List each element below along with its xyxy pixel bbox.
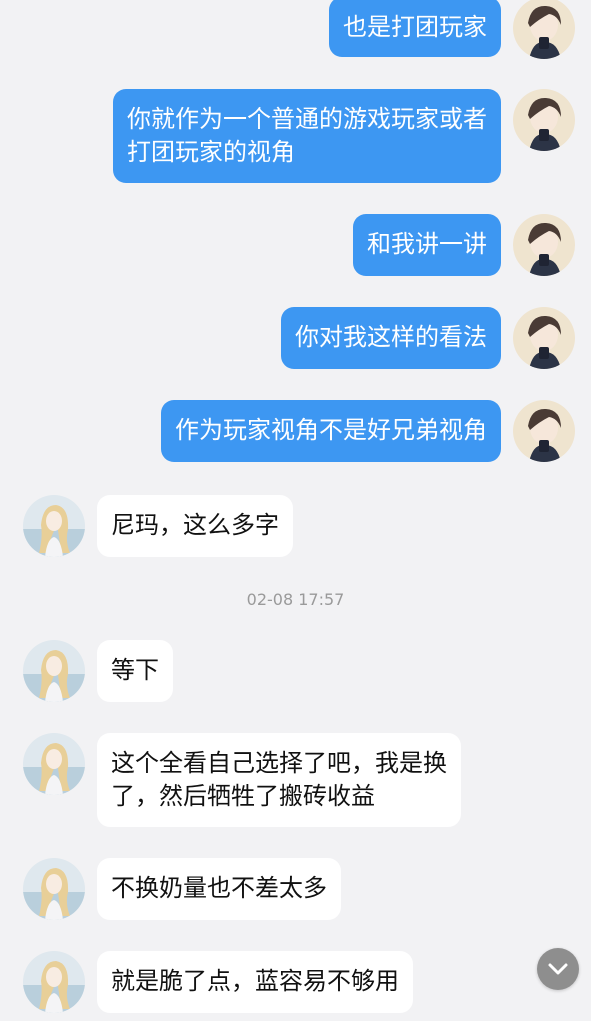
message-bubble-incoming[interactable]: 尼玛，这么多字 <box>97 495 293 557</box>
message-bubble-outgoing[interactable]: 和我讲一讲 <box>353 214 501 276</box>
message-bubble-outgoing[interactable]: 作为玩家视角不是好兄弟视角 <box>161 400 501 462</box>
self-avatar[interactable] <box>513 307 575 369</box>
message-bubble-incoming[interactable]: 不换奶量也不差太多 <box>97 858 341 920</box>
message-bubble-incoming[interactable]: 就是脆了点，蓝容易不够用 <box>97 951 413 1013</box>
self-avatar[interactable] <box>513 89 575 151</box>
other-avatar[interactable] <box>23 495 85 557</box>
chat-view[interactable]: 也是打团玩家 你就作为一个普通的游戏玩家或者 打团玩家的视角 和我讲一讲 你对我… <box>0 0 591 1021</box>
other-avatar[interactable] <box>23 951 85 1013</box>
avatar-dark-hair-boy-icon <box>513 214 575 276</box>
other-avatar[interactable] <box>23 733 85 795</box>
avatar-dark-hair-boy-icon <box>513 307 575 369</box>
avatar-dark-hair-boy-icon <box>513 0 575 59</box>
message-timestamp: 02-08 17:57 <box>246 590 345 609</box>
other-avatar[interactable] <box>23 640 85 702</box>
message-bubble-outgoing[interactable]: 也是打团玩家 <box>329 0 501 57</box>
self-avatar[interactable] <box>513 0 575 59</box>
message-bubble-outgoing[interactable]: 你就作为一个普通的游戏玩家或者 打团玩家的视角 <box>113 89 501 183</box>
self-avatar[interactable] <box>513 400 575 462</box>
message-bubble-outgoing[interactable]: 你对我这样的看法 <box>281 307 501 369</box>
avatar-blonde-girl-icon <box>23 858 85 920</box>
message-bubble-incoming[interactable]: 等下 <box>97 640 173 702</box>
avatar-blonde-girl-icon <box>23 951 85 1013</box>
avatar-dark-hair-boy-icon <box>513 400 575 462</box>
chevron-down-icon <box>548 963 568 975</box>
other-avatar[interactable] <box>23 858 85 920</box>
scroll-to-bottom-button[interactable] <box>537 948 579 990</box>
avatar-blonde-girl-icon <box>23 495 85 557</box>
avatar-blonde-girl-icon <box>23 733 85 795</box>
self-avatar[interactable] <box>513 214 575 276</box>
avatar-blonde-girl-icon <box>23 640 85 702</box>
avatar-dark-hair-boy-icon <box>513 89 575 151</box>
message-bubble-incoming[interactable]: 这个全看自己选择了吧，我是换 了，然后牺牲了搬砖收益 <box>97 733 461 827</box>
